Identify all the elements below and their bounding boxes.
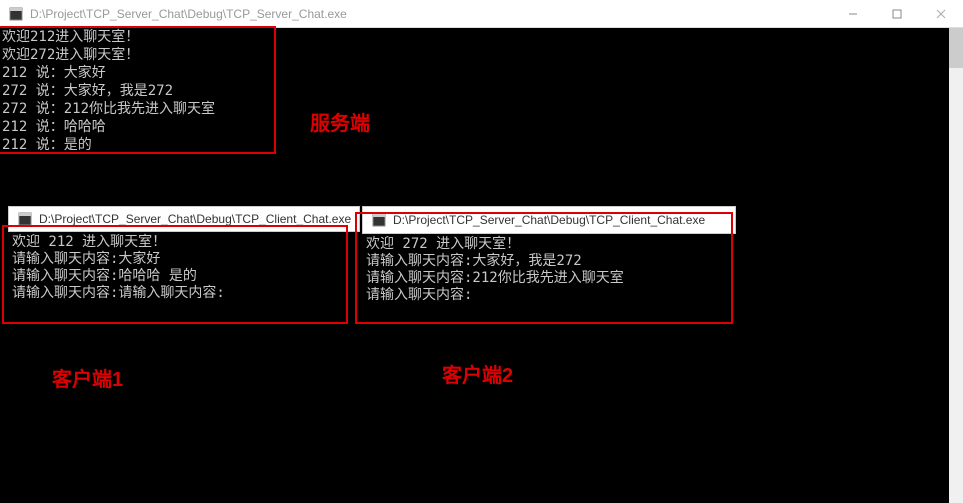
server-console-output: 欢迎212进入聊天室！ 欢迎272进入聊天室！ 212 说：大家好 272 说：… [2, 28, 215, 154]
client1-line: 请输入聊天内容:哈哈哈 是的 [12, 268, 197, 284]
server-line: 272 说：212你比我先进入聊天室 [2, 101, 215, 117]
window-controls [831, 0, 963, 27]
app-icon [371, 212, 387, 228]
vertical-scrollbar[interactable] [949, 28, 963, 489]
client1-line: 欢迎 212 进入聊天室！ [12, 234, 166, 250]
client1-line: 请输入聊天内容:请输入聊天内容: [12, 285, 225, 301]
annotation-label-server: 服务端 [310, 107, 370, 136]
scrollbar-corner [949, 489, 963, 503]
client2-window: D:\Project\TCP_Server_Chat\Debug\TCP_Cli… [362, 206, 736, 306]
client2-console-output: 欢迎 272 进入聊天室！ 请输入聊天内容:大家好，我是272 请输入聊天内容:… [362, 234, 736, 306]
console-area: 欢迎212进入聊天室！ 欢迎272进入聊天室！ 212 说：大家好 272 说：… [0, 28, 949, 503]
annotation-label-client1: 客户端1 [52, 363, 123, 392]
app-icon [8, 6, 24, 22]
annotation-label-client2: 客户端2 [442, 359, 513, 388]
client1-titlebar[interactable]: D:\Project\TCP_Server_Chat\Debug\TCP_Cli… [8, 206, 360, 232]
client2-titlebar[interactable]: D:\Project\TCP_Server_Chat\Debug\TCP_Cli… [362, 206, 736, 234]
client2-line: 请输入聊天内容: [366, 287, 472, 303]
main-window-title: D:\Project\TCP_Server_Chat\Debug\TCP_Ser… [30, 7, 831, 21]
maximize-button[interactable] [875, 0, 919, 27]
server-line: 欢迎272进入聊天室！ [2, 47, 139, 63]
client2-line: 请输入聊天内容:大家好，我是272 [366, 253, 582, 269]
client2-title: D:\Project\TCP_Server_Chat\Debug\TCP_Cli… [393, 213, 735, 227]
client1-console-output: 欢迎 212 进入聊天室！ 请输入聊天内容:大家好 请输入聊天内容:哈哈哈 是的… [8, 232, 360, 304]
client1-line: 请输入聊天内容:大家好 [12, 251, 160, 267]
main-window-titlebar[interactable]: D:\Project\TCP_Server_Chat\Debug\TCP_Ser… [0, 0, 963, 28]
close-button[interactable] [919, 0, 963, 27]
scrollbar-thumb[interactable] [949, 28, 963, 68]
client1-title: D:\Project\TCP_Server_Chat\Debug\TCP_Cli… [39, 212, 359, 226]
client2-line: 欢迎 272 进入聊天室！ [366, 236, 520, 252]
app-icon [17, 211, 33, 227]
server-line: 212 说：哈哈哈 [2, 119, 106, 135]
client2-line: 请输入聊天内容:212你比我先进入聊天室 [366, 270, 624, 286]
client1-window: D:\Project\TCP_Server_Chat\Debug\TCP_Cli… [8, 206, 360, 304]
server-line: 272 说：大家好，我是272 [2, 83, 173, 99]
minimize-button[interactable] [831, 0, 875, 27]
server-line: 212 说：大家好 [2, 65, 106, 81]
server-line: 212 说：是的 [2, 137, 92, 153]
server-line: 欢迎212进入聊天室！ [2, 29, 139, 45]
